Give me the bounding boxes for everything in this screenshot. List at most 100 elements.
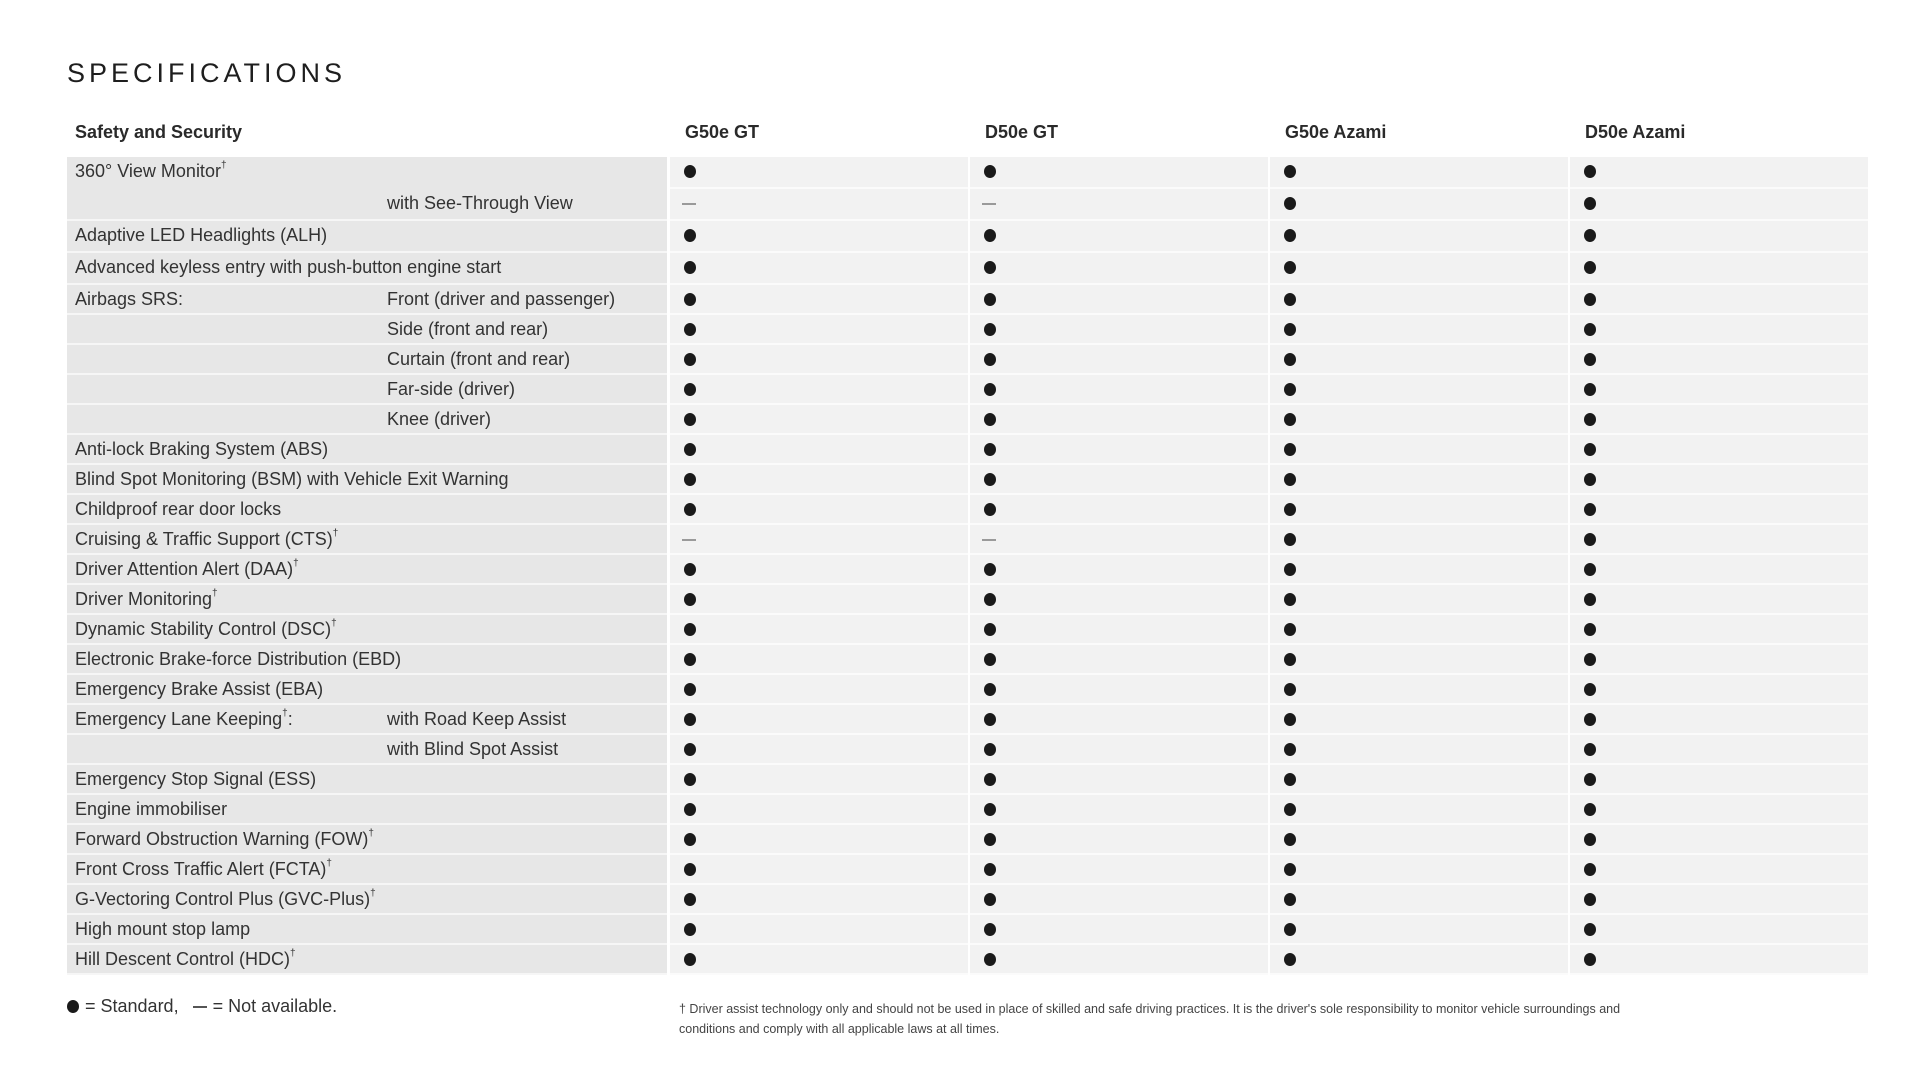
feature-name: Airbags SRS: [75,289,184,309]
table-row: with Blind Spot Assist [67,735,1871,765]
table-row: High mount stop lamp [67,915,1871,945]
feature-name: Driver Monitoring† [75,588,218,609]
standard-dot-icon [684,653,696,666]
standard-dot-icon [684,383,696,396]
feature-label-cell: Curtain (front and rear) [67,345,667,375]
column-header-g50e-azami: G50e Azami [1285,122,1387,142]
value-cell [670,675,968,705]
value-cell [970,495,1268,525]
legend-not-available-text: = Not available. [212,996,338,1016]
standard-dot-icon [684,261,696,274]
value-cell [1270,615,1568,645]
section-header: Safety and Security [75,122,243,142]
value-cell [970,615,1268,645]
table-row: Emergency Stop Signal (ESS) [67,765,1871,795]
value-cell [670,253,968,285]
value-cell [670,157,968,189]
standard-dot-icon [1584,923,1596,936]
standard-dot-icon [1284,503,1296,516]
standard-dot-icon [1584,653,1596,666]
standard-dot-icon [1584,383,1596,396]
standard-dot-icon [984,353,996,366]
standard-dot-icon [1584,413,1596,426]
value-cell [970,795,1268,825]
table-row: Emergency Lane Keeping†: with Road Keep A… [67,705,1871,735]
standard-dot-icon [1284,353,1296,366]
standard-dot-icon [1584,293,1596,306]
value-cell [1570,675,1868,705]
value-cell [1270,465,1568,495]
feature-sub-name: Front (driver and passenger) [387,289,616,309]
value-cell [670,435,968,465]
feature-name: Forward Obstruction Warning (FOW)† [75,828,374,849]
value-cell [970,585,1268,615]
feature-sub-name: Far-side (driver) [387,379,516,399]
value-cell [970,345,1268,375]
standard-dot-icon [984,261,996,274]
feature-name: Emergency Stop Signal (ESS) [75,769,317,789]
feature-sub-name: with Road Keep Assist [387,709,567,729]
standard-dot-icon [1284,803,1296,816]
feature-sub-name: with Blind Spot Assist [387,739,559,759]
feature-label-cell: Airbags SRS: Front (driver and passenger) [67,285,667,315]
standard-dot-icon [984,773,996,786]
standard-dot-icon [984,413,996,426]
standard-dot-icon [984,683,996,696]
standard-dot-icon [1284,443,1296,456]
value-cell [970,825,1268,855]
footnote: † Driver assist technology only and shou… [679,1002,1621,1036]
standard-dot-icon [1284,593,1296,606]
feature-name: 360° View Monitor† [75,160,227,181]
dagger-footnote-marker: † [212,588,218,599]
dagger-footnote-marker: † [220,160,227,171]
dagger-footnote-marker: † [331,618,337,629]
standard-dot-icon [984,563,996,576]
value-cell [970,253,1268,285]
standard-dot-icon [1584,443,1596,456]
table-row: Dynamic Stability Control (DSC)† [67,615,1871,645]
standard-dot-icon [684,623,696,636]
value-cell [1270,765,1568,795]
table-row: Driver Monitoring† [67,585,1871,615]
value-cell [1270,645,1568,675]
standard-dot-icon [1284,833,1296,846]
standard-dot-icon [1584,803,1596,816]
standard-dot-icon [984,383,996,396]
value-cell [1570,525,1868,555]
value-cell [1570,765,1868,795]
table-row: Forward Obstruction Warning (FOW)† [67,825,1871,855]
feature-label-cell: Blind Spot Monitoring (BSM) with Vehicle… [67,465,667,495]
feature-name: Blind Spot Monitoring (BSM) with Vehicle… [75,469,509,489]
value-cell [1270,525,1568,555]
legend-standard-text: = Standard, [85,996,179,1016]
value-cell [1270,221,1568,253]
standard-dot-icon [1584,323,1596,336]
value-cell [1570,345,1868,375]
value-cell [1270,315,1568,345]
value-cell [1270,705,1568,735]
standard-dot-icon [684,743,696,756]
feature-label-cell: Emergency Stop Signal (ESS) [67,765,667,795]
standard-dot-icon [1584,623,1596,636]
standard-dot-icon [1284,293,1296,306]
standard-dot-icon [1584,261,1596,274]
table-row: Curtain (front and rear) [67,345,1871,375]
standard-dot-icon [684,323,696,336]
standard-dot-icon [1584,773,1596,786]
value-cell [1270,915,1568,945]
feature-label-cell: Driver Monitoring† [67,585,667,615]
feature-label-cell: Childproof rear door locks [67,495,667,525]
value-cell [670,495,968,525]
dagger-footnote-marker: † [370,888,376,899]
feature-label-cell: with See-Through View [67,189,667,221]
dagger-footnote-marker: † [290,948,296,959]
value-cell [1570,285,1868,315]
value-cell [970,157,1268,189]
value-cell [670,855,968,885]
value-cell [670,735,968,765]
value-cell [970,315,1268,345]
value-cell [670,585,968,615]
feature-label-cell: Knee (driver) [67,405,667,435]
value-cell [1570,555,1868,585]
table-row: 360° View Monitor† [67,157,1871,189]
